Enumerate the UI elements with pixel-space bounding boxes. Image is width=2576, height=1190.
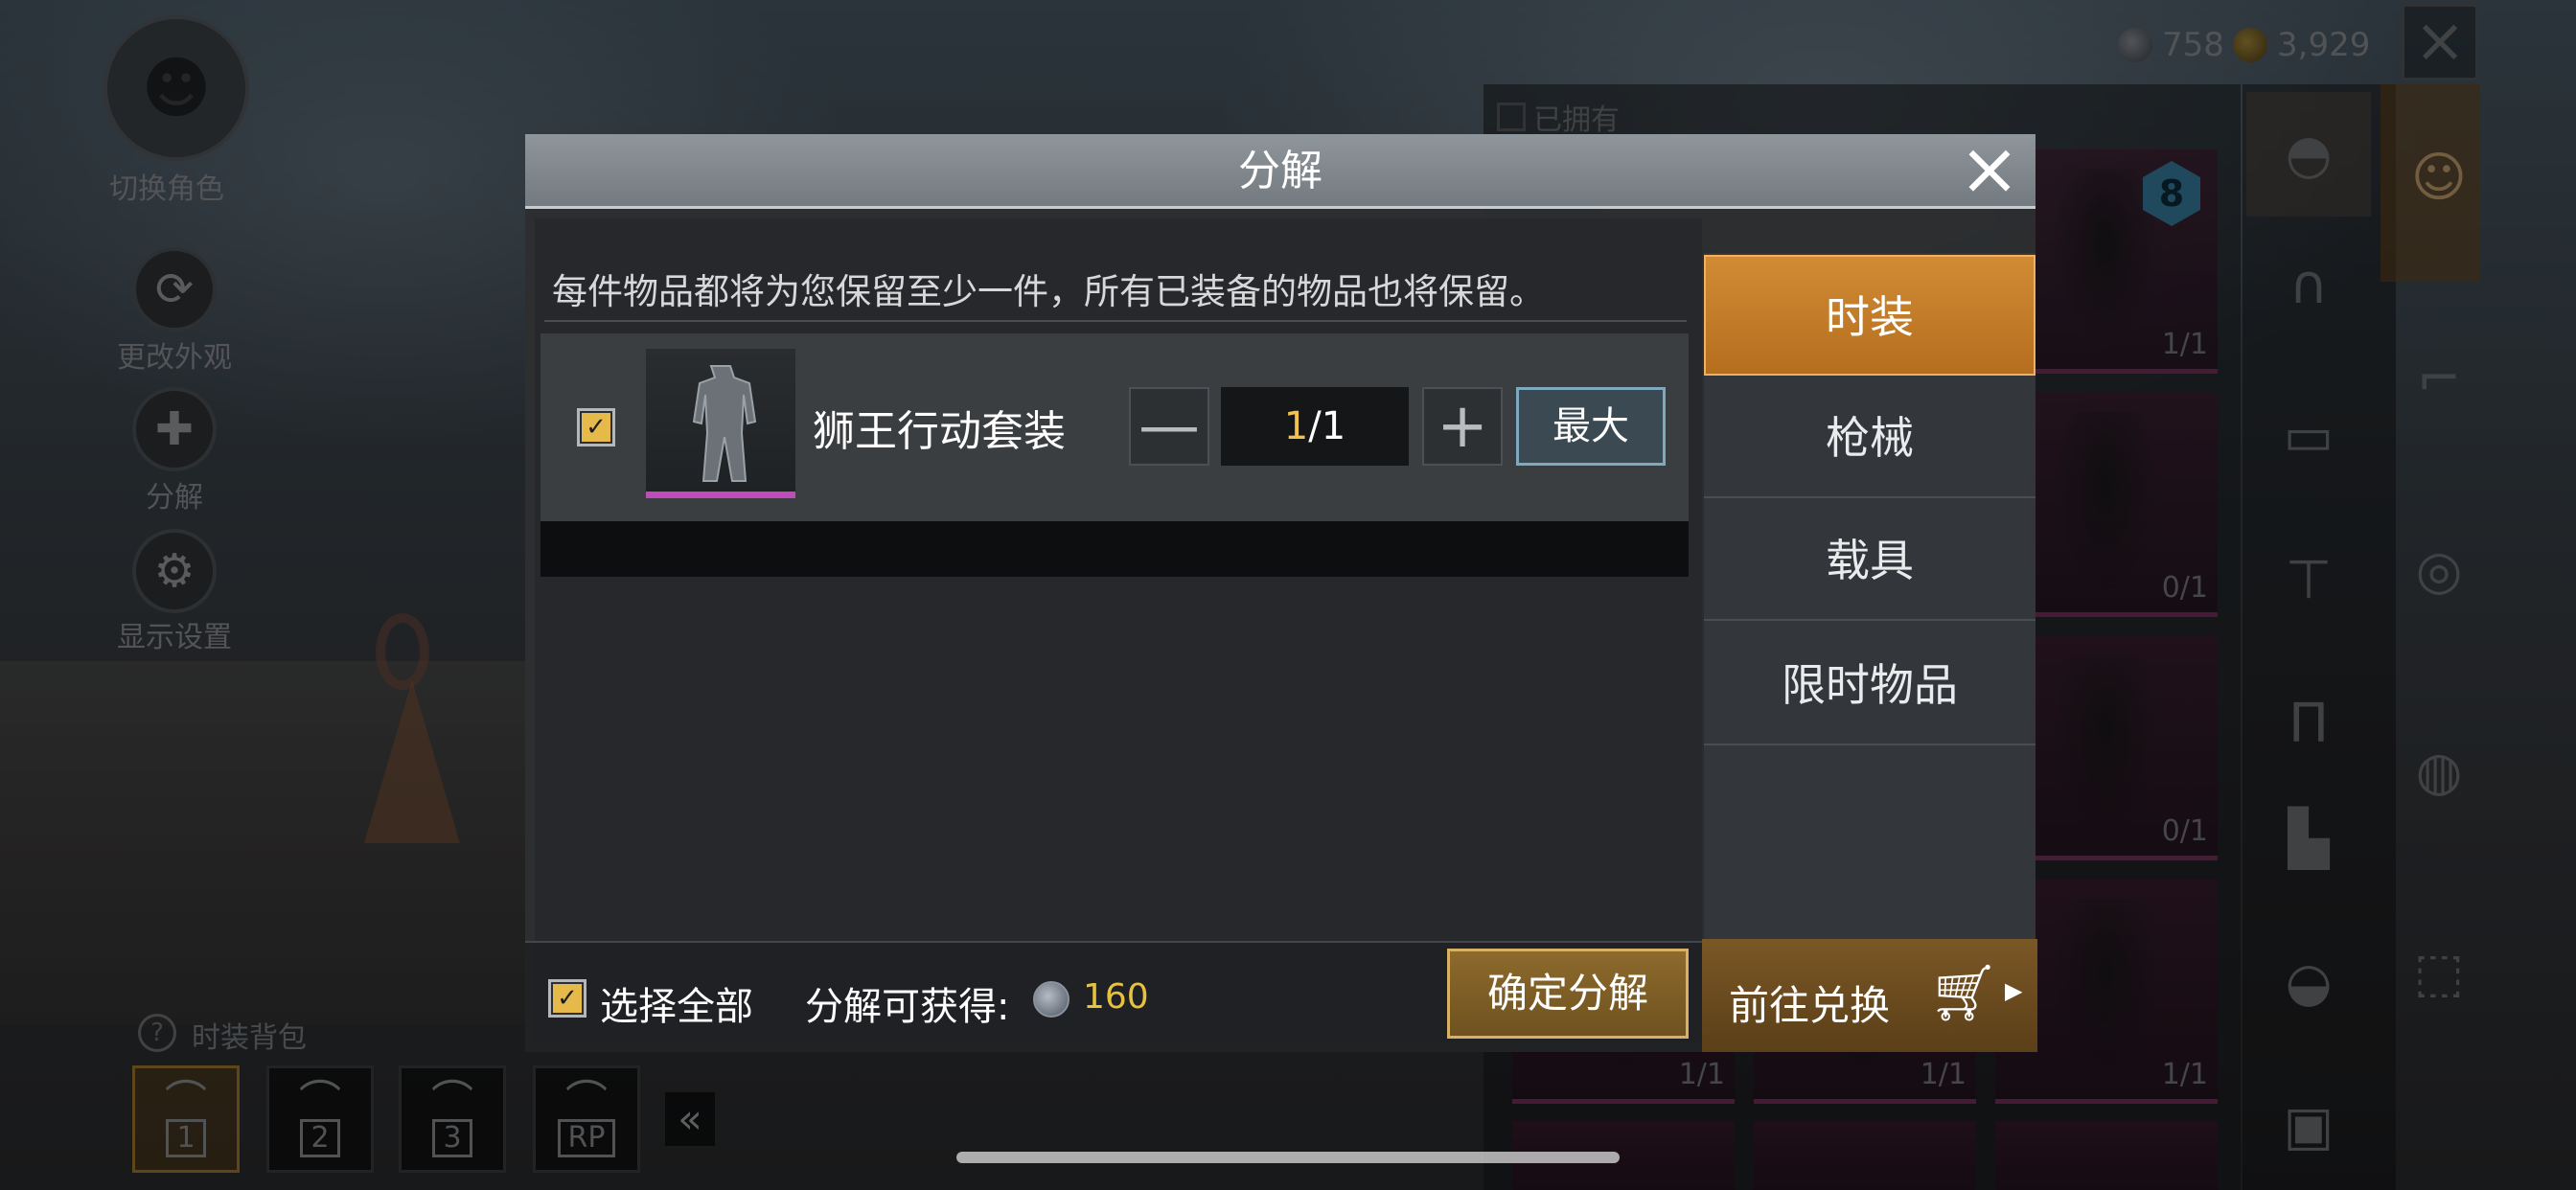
modal-header: 分解 × xyxy=(525,132,2036,209)
modal-title: 分解 xyxy=(1238,147,1322,195)
item-checkbox[interactable]: ✓ xyxy=(577,408,615,446)
outfit-suit-icon xyxy=(692,365,757,482)
go-exchange-label: 前往兑换 xyxy=(1729,982,1891,1029)
yield-label: 分解可获得: xyxy=(805,985,1010,1029)
confirm-decompose-button[interactable]: 确定分解 xyxy=(1447,949,1689,1039)
decrease-button[interactable]: — xyxy=(1129,387,1209,466)
select-all-label: 选择全部 xyxy=(600,985,753,1029)
silver-coin-icon xyxy=(1033,981,1070,1018)
item-name: 狮王行动套装 xyxy=(813,407,1066,456)
quantity-current: 1 xyxy=(1283,404,1309,448)
play-arrow-icon: ▶ xyxy=(2005,977,2023,1004)
quantity-display[interactable]: 1/1 xyxy=(1221,387,1409,466)
increase-button[interactable]: + xyxy=(1422,387,1503,466)
go-exchange-button[interactable]: 前往兑换 🛒︎ ▶ xyxy=(1702,939,2037,1052)
tab-limited-items[interactable]: 限时物品 xyxy=(1704,625,2036,745)
home-indicator[interactable] xyxy=(956,1152,1620,1163)
item-thumbnail xyxy=(646,349,795,498)
cart-icon: 🛒︎ xyxy=(1928,960,1999,1025)
tab-costume[interactable]: 时装 xyxy=(1704,255,2036,376)
select-all-checkbox[interactable]: ✓ xyxy=(548,979,586,1018)
tab-firearms[interactable]: 枪械 xyxy=(1704,378,2036,498)
max-button[interactable]: 最大 xyxy=(1516,387,1666,466)
tab-vehicles[interactable]: 载具 xyxy=(1704,500,2036,621)
modal-close-button[interactable]: × xyxy=(1957,132,2022,205)
divider xyxy=(544,320,1687,322)
notice-text: 每件物品都将为您保留至少一件，所有已装备的物品也将保留。 xyxy=(552,271,1545,312)
check-mark-icon: ✓ xyxy=(553,984,582,1013)
quantity-total: /1 xyxy=(1308,404,1346,448)
item-row-footer xyxy=(540,521,1689,577)
yield-value: 160 xyxy=(1083,977,1149,1017)
check-mark-icon: ✓ xyxy=(582,413,610,442)
